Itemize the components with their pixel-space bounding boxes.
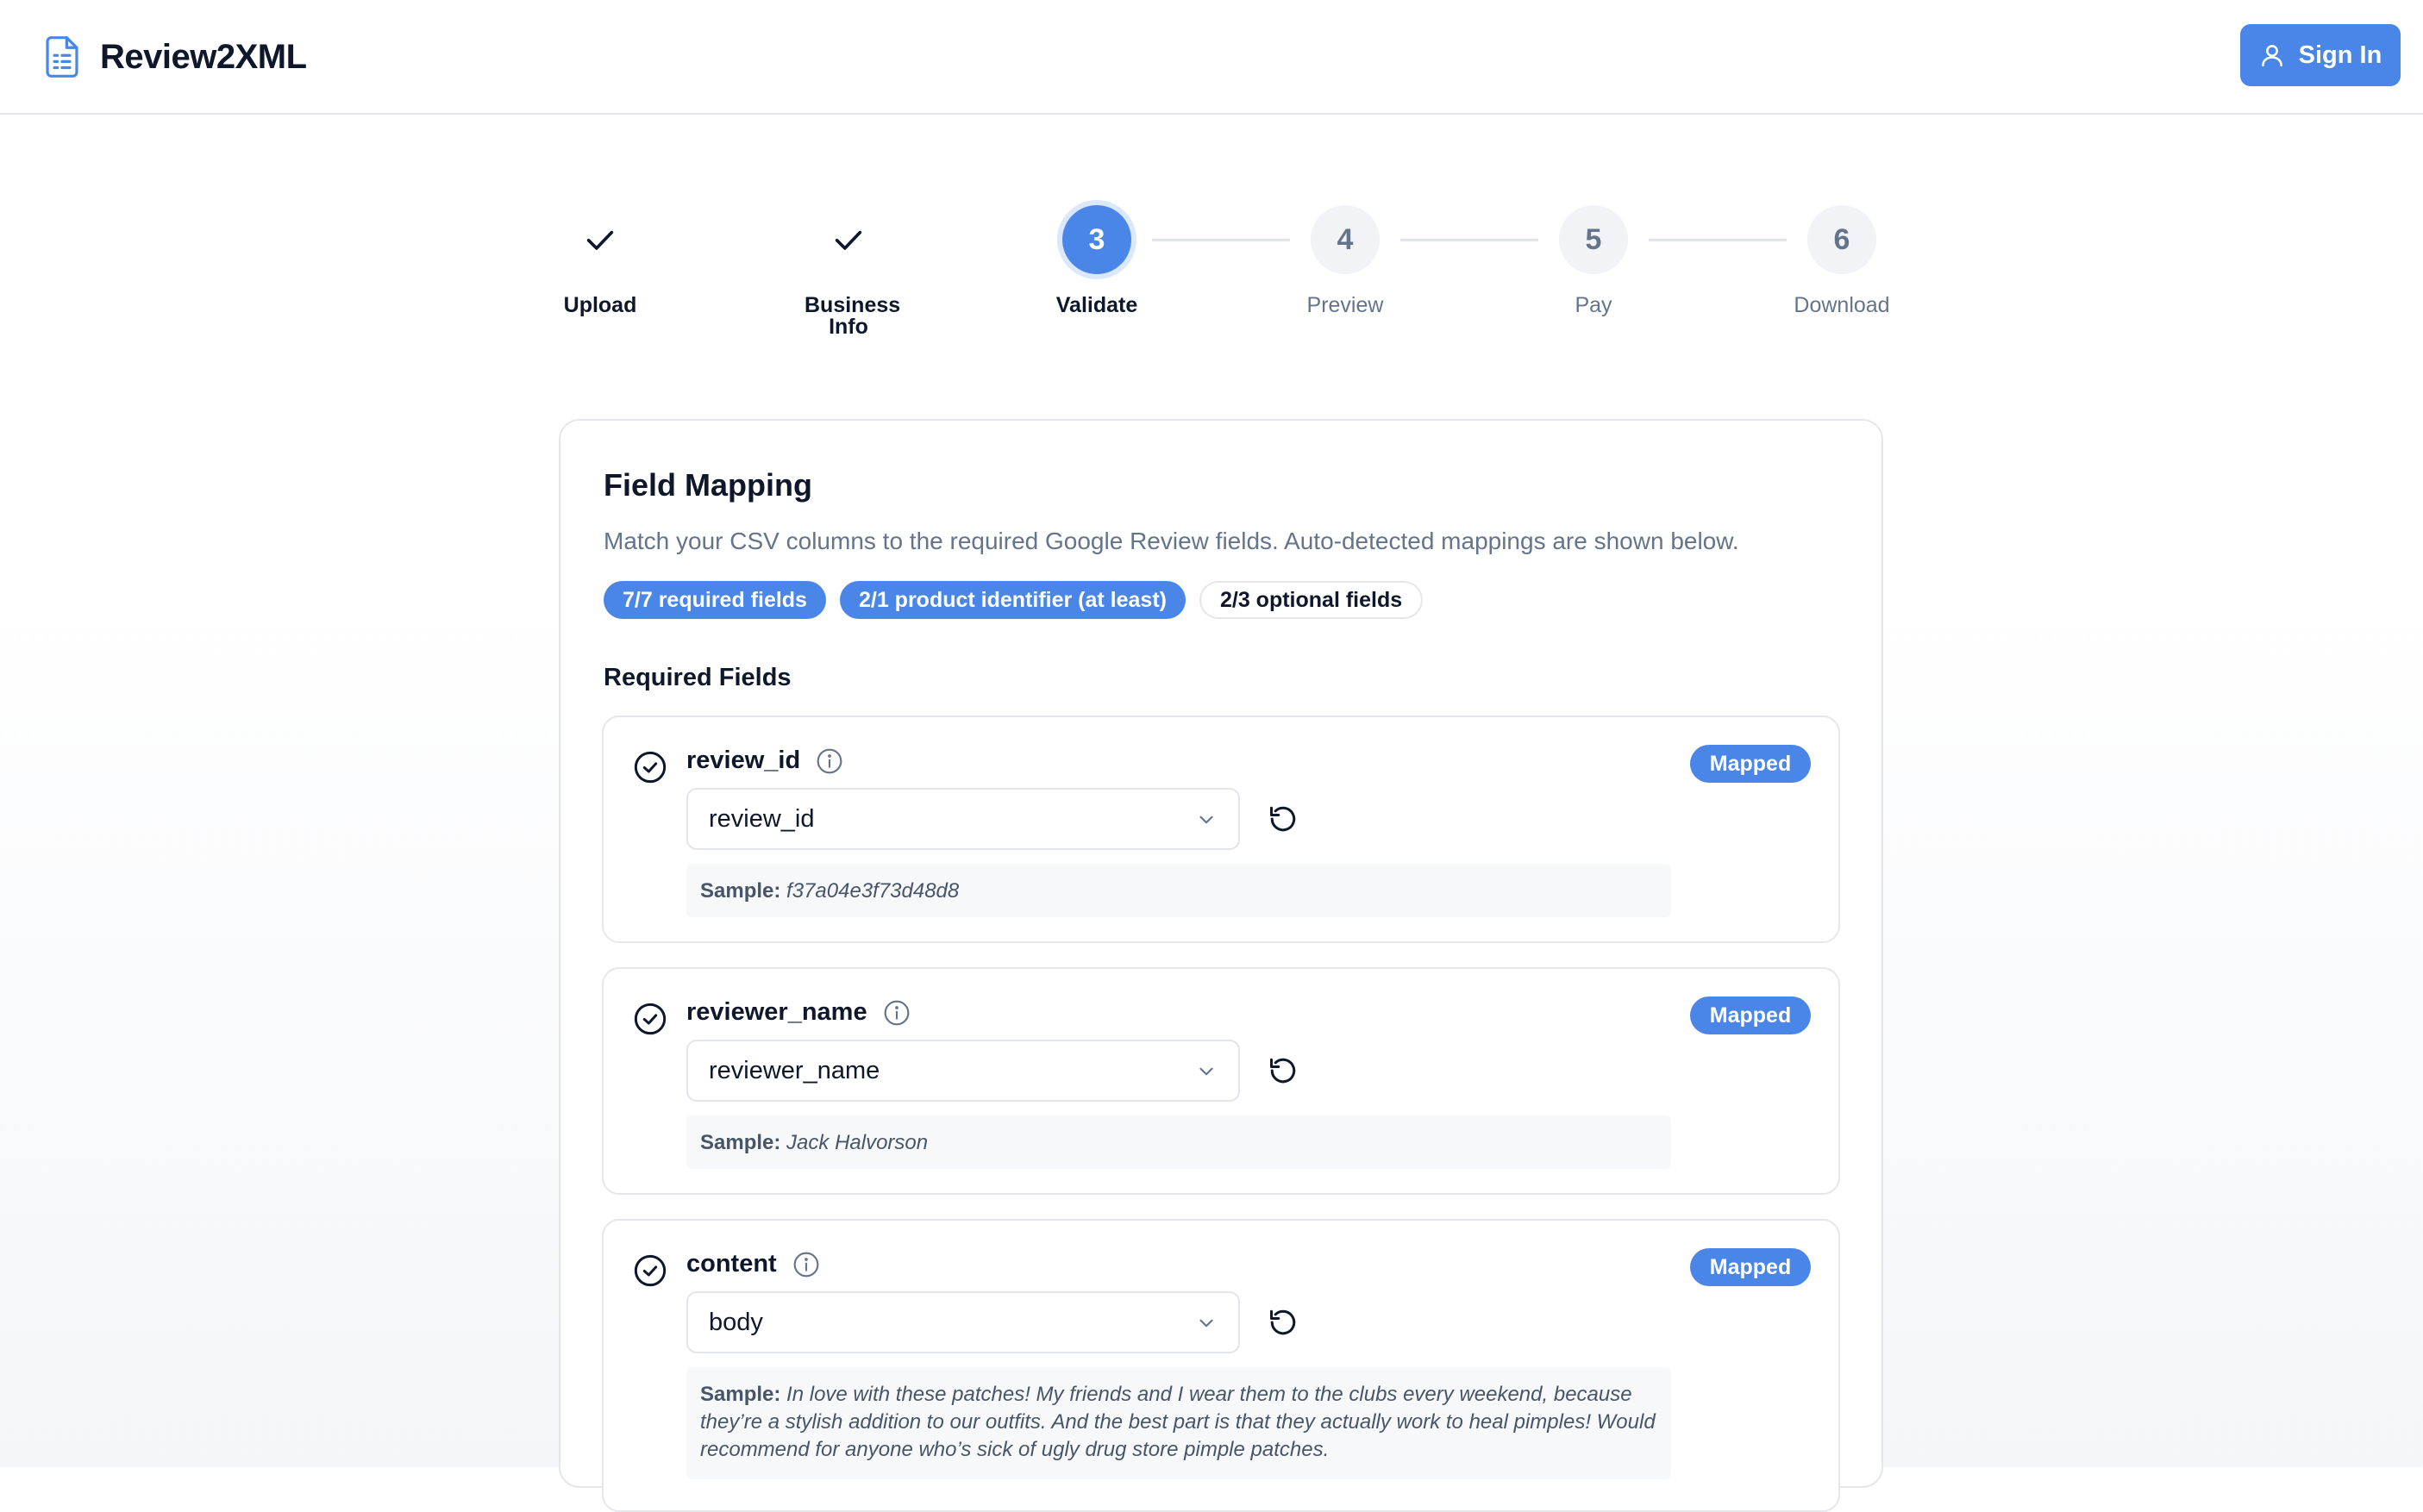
- step-preview-circle: 4: [1311, 205, 1380, 274]
- sample-value: Sample: In love with these patches! My f…: [686, 1367, 1671, 1479]
- select-value: review_id: [709, 804, 815, 833]
- product-identifier-badge: 2/1 product identifier (at least): [839, 581, 1186, 619]
- step-validate-circle: 3: [1062, 205, 1131, 274]
- field-name-text: content: [686, 1250, 777, 1278]
- field-row-content: content Mapped body Sample: In love with…: [602, 1219, 1840, 1512]
- column-select[interactable]: reviewer_name: [686, 1040, 1240, 1102]
- progress-stepper: Upload Business Info 3 Validate 4 Previe…: [0, 0, 2423, 362]
- info-icon[interactable]: [816, 747, 843, 775]
- step-download-circle: 6: [1807, 205, 1876, 274]
- card-description: Match your CSV columns to the required G…: [604, 528, 1739, 554]
- step-connector: [1152, 239, 1290, 241]
- field-name-text: reviewer_name: [686, 998, 867, 1026]
- field-name: reviewer_name: [686, 998, 911, 1027]
- check-circle-icon: [634, 1254, 667, 1287]
- check-icon: [835, 230, 862, 250]
- check-circle-icon: [634, 751, 667, 784]
- step-download-label: Download: [1794, 293, 1890, 317]
- sample-label: Sample:: [700, 1131, 781, 1154]
- section-title: Required Fields: [604, 664, 792, 691]
- step-pay-circle: 5: [1559, 205, 1628, 274]
- check-icon: [586, 230, 614, 250]
- sample-text: In love with these patches! My friends a…: [700, 1383, 1656, 1461]
- column-select[interactable]: review_id: [686, 788, 1240, 850]
- required-count-badge: 7/7 required fields: [604, 581, 826, 619]
- step-upload-check: [566, 205, 635, 274]
- sample-text: f37a04e3f73d48d8: [786, 879, 960, 903]
- field-row-review-id: review_id Mapped review_id Sample: f37a0…: [602, 715, 1840, 943]
- sample-text: Jack Halvorson: [786, 1131, 929, 1154]
- select-value: reviewer_name: [709, 1056, 880, 1084]
- step-validate-label: Validate: [1055, 293, 1138, 317]
- status-badge: Mapped: [1690, 745, 1811, 783]
- chevron-down-icon: [1199, 1319, 1213, 1328]
- status-badge: Mapped: [1690, 1248, 1811, 1286]
- sample-value: Sample: f37a04e3f73d48d8: [686, 864, 1671, 917]
- mapping-summary: 7/7 required fields 2/1 product identifi…: [604, 581, 1424, 619]
- column-select[interactable]: body: [686, 1291, 1240, 1353]
- chevron-down-icon: [1199, 815, 1213, 824]
- step-connector: [1649, 239, 1787, 241]
- step-business-info-check: [814, 205, 883, 274]
- step-preview-label: Preview: [1306, 293, 1384, 317]
- chevron-down-icon: [1199, 1067, 1213, 1076]
- sample-label: Sample:: [700, 879, 781, 903]
- field-row-reviewer-name: reviewer_name Mapped reviewer_name Sampl…: [602, 967, 1840, 1195]
- info-icon[interactable]: [792, 1251, 820, 1278]
- field-name: content: [686, 1250, 820, 1278]
- step-pay-label: Pay: [1575, 293, 1612, 317]
- card-title: Field Mapping: [604, 467, 812, 503]
- step-connector: [1400, 239, 1538, 241]
- info-icon[interactable]: [883, 999, 911, 1027]
- field-name: review_id: [686, 747, 843, 775]
- step-business-info-label: Business Info: [805, 293, 901, 339]
- check-circle-icon: [634, 1003, 667, 1035]
- reset-icon[interactable]: [1268, 1307, 1299, 1338]
- sample-value: Sample: Jack Halvorson: [686, 1115, 1671, 1169]
- sample-label: Sample:: [700, 1383, 781, 1406]
- status-badge: Mapped: [1690, 997, 1811, 1034]
- select-value: body: [709, 1308, 763, 1336]
- field-mapping-card: Field Mapping Match your CSV columns to …: [559, 419, 1883, 1512]
- optional-count-badge: 2/3 optional fields: [1199, 581, 1424, 619]
- reset-icon[interactable]: [1268, 1055, 1299, 1086]
- field-name-text: review_id: [686, 747, 801, 774]
- reset-icon[interactable]: [1268, 803, 1299, 834]
- step-upload-label: Upload: [563, 293, 637, 317]
